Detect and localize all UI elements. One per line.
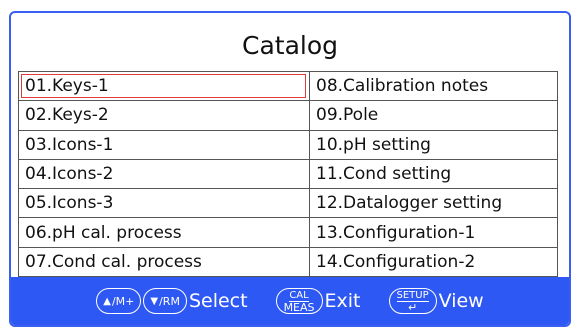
- catalog-item-12[interactable]: 12.Datalogger setting: [309, 188, 558, 219]
- view-label: View: [438, 290, 484, 312]
- table-row: 01.Keys-1 08.Calibration notes: [18, 70, 558, 102]
- setup-key-button[interactable]: SETUP ↵: [388, 288, 437, 314]
- page-title: Catalog: [241, 31, 338, 60]
- table-row: 06.pH cal. process 13.Configuration-1: [18, 217, 558, 248]
- meas-key-label: MEAS: [283, 300, 315, 314]
- up-key-button[interactable]: ▲/M+: [96, 288, 142, 314]
- table-row: 05.Icons-3 12.Datalogger setting: [18, 188, 558, 219]
- catalog-item-08[interactable]: 08.Calibration notes: [309, 70, 558, 102]
- view-hint: SETUP ↵ View: [388, 288, 484, 314]
- table-row: 03.Icons-1 10.pH setting: [18, 129, 558, 160]
- enter-icon: ↵: [407, 300, 418, 314]
- down-key-label: /RM: [159, 294, 180, 308]
- catalog-item-06[interactable]: 06.pH cal. process: [18, 217, 310, 248]
- catalog-item-14[interactable]: 14.Configuration-2: [309, 246, 558, 278]
- catalog-item-03[interactable]: 03.Icons-1: [18, 129, 310, 160]
- catalog-item-04[interactable]: 04.Icons-2: [18, 158, 310, 190]
- catalog-item-09[interactable]: 09.Pole: [309, 100, 558, 131]
- up-triangle-icon: ▲: [103, 295, 111, 307]
- catalog-item-11[interactable]: 11.Cond setting: [309, 158, 558, 190]
- catalog-item-13[interactable]: 13.Configuration-1: [309, 217, 558, 248]
- catalog-item-10[interactable]: 10.pH setting: [309, 129, 558, 160]
- catalog-item-01[interactable]: 01.Keys-1: [18, 70, 310, 102]
- catalog-item-05[interactable]: 05.Icons-3: [18, 188, 310, 219]
- exit-hint: CAL MEAS Exit: [275, 288, 361, 314]
- cal-key-label: CAL: [289, 289, 309, 302]
- catalog-table: 01.Keys-1 08.Calibration notes 02.Keys-2…: [18, 70, 558, 278]
- exit-label: Exit: [324, 290, 361, 312]
- key-hint-bar: ▲/M+ ▼/RM Select CAL MEAS Exit SETUP ↵ V…: [11, 277, 569, 325]
- up-key-label: /M+: [111, 294, 135, 308]
- down-key-button[interactable]: ▼/RM: [143, 288, 187, 314]
- catalog-screen: Catalog 01.Keys-1 08.Calibration notes 0…: [9, 11, 571, 327]
- table-row: 02.Keys-2 09.Pole: [18, 100, 558, 131]
- catalog-item-02[interactable]: 02.Keys-2: [18, 100, 310, 131]
- down-triangle-icon: ▼: [150, 295, 159, 307]
- table-row: 04.Icons-2 11.Cond setting: [18, 158, 558, 190]
- setup-key-label: SETUP: [396, 289, 429, 302]
- select-label: Select: [188, 290, 248, 312]
- table-row: 07.Cond cal. process 14.Configuration-2: [18, 246, 558, 278]
- select-hint: ▲/M+ ▼/RM Select: [96, 288, 248, 314]
- catalog-item-07[interactable]: 07.Cond cal. process: [18, 246, 310, 278]
- cal-meas-key-button[interactable]: CAL MEAS: [275, 288, 323, 314]
